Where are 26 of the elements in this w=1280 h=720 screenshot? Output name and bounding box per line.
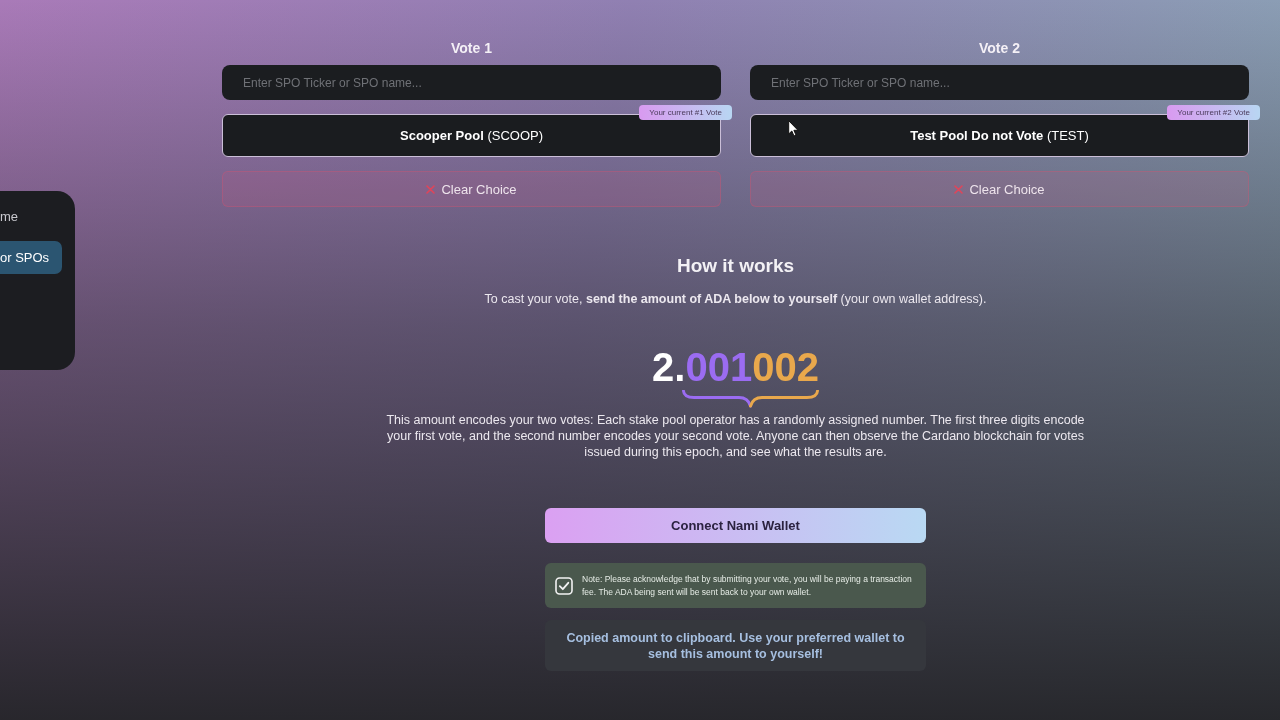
note-text: Note: Please acknowledge that by submitting your vote, you will be paying a transaction fee. The ADA being sent will be sent back to your own wallet.	[582, 572, 913, 599]
cursor-icon	[788, 120, 799, 137]
connect-wallet-button[interactable]: Connect Nami Wallet	[545, 508, 926, 543]
sidebar-item[interactable]: or SPOs	[0, 241, 62, 274]
selected-pool: Scooper Pool (SCOOP)	[222, 114, 721, 157]
status-message: Copied amount to clipboard. Use your preferred wallet to send this amount to yourself!	[545, 620, 926, 671]
explanation-text: This amount encodes your two votes: Each stake pool operator has a randomly assigned number. The first three digits encode your first vote, and the second number encodes your second vote. Anyone can then observe the Cardano blockchain for votes issued during this epoch, and see what the results are.	[385, 412, 1086, 460]
clear-choice-button[interactable]: Clear Choice	[750, 171, 1249, 207]
vote-code: 002	[752, 344, 819, 390]
close-icon	[426, 184, 436, 194]
amount-integer: 2.	[652, 344, 686, 390]
vote-badge: Your current #1 Vote	[639, 105, 732, 120]
search-field[interactable]: Enter SPO Ticker or SPO name...	[222, 65, 721, 100]
close-icon	[954, 184, 964, 194]
checkbox[interactable]	[555, 576, 573, 595]
brace-icon	[681, 390, 819, 408]
vote-code: 001	[685, 344, 753, 390]
selected-pool: Test Pool Do not Vote (TEST)	[750, 114, 1249, 157]
search-field[interactable]: Enter SPO Ticker or SPO name...	[750, 65, 1249, 100]
sidebar-item[interactable]: me	[0, 200, 62, 233]
clear-choice-button[interactable]: Clear Choice	[222, 171, 721, 207]
vote-badge: Your current #2 Vote	[1167, 105, 1260, 120]
intro-text: To cast your vote, send the amount of ADA below to yourself (your own wallet address).	[484, 291, 987, 308]
vote-heading: Vote 2	[979, 39, 1020, 58]
section-title: How it works	[676, 254, 795, 278]
vote-heading: Vote 1	[451, 39, 492, 58]
